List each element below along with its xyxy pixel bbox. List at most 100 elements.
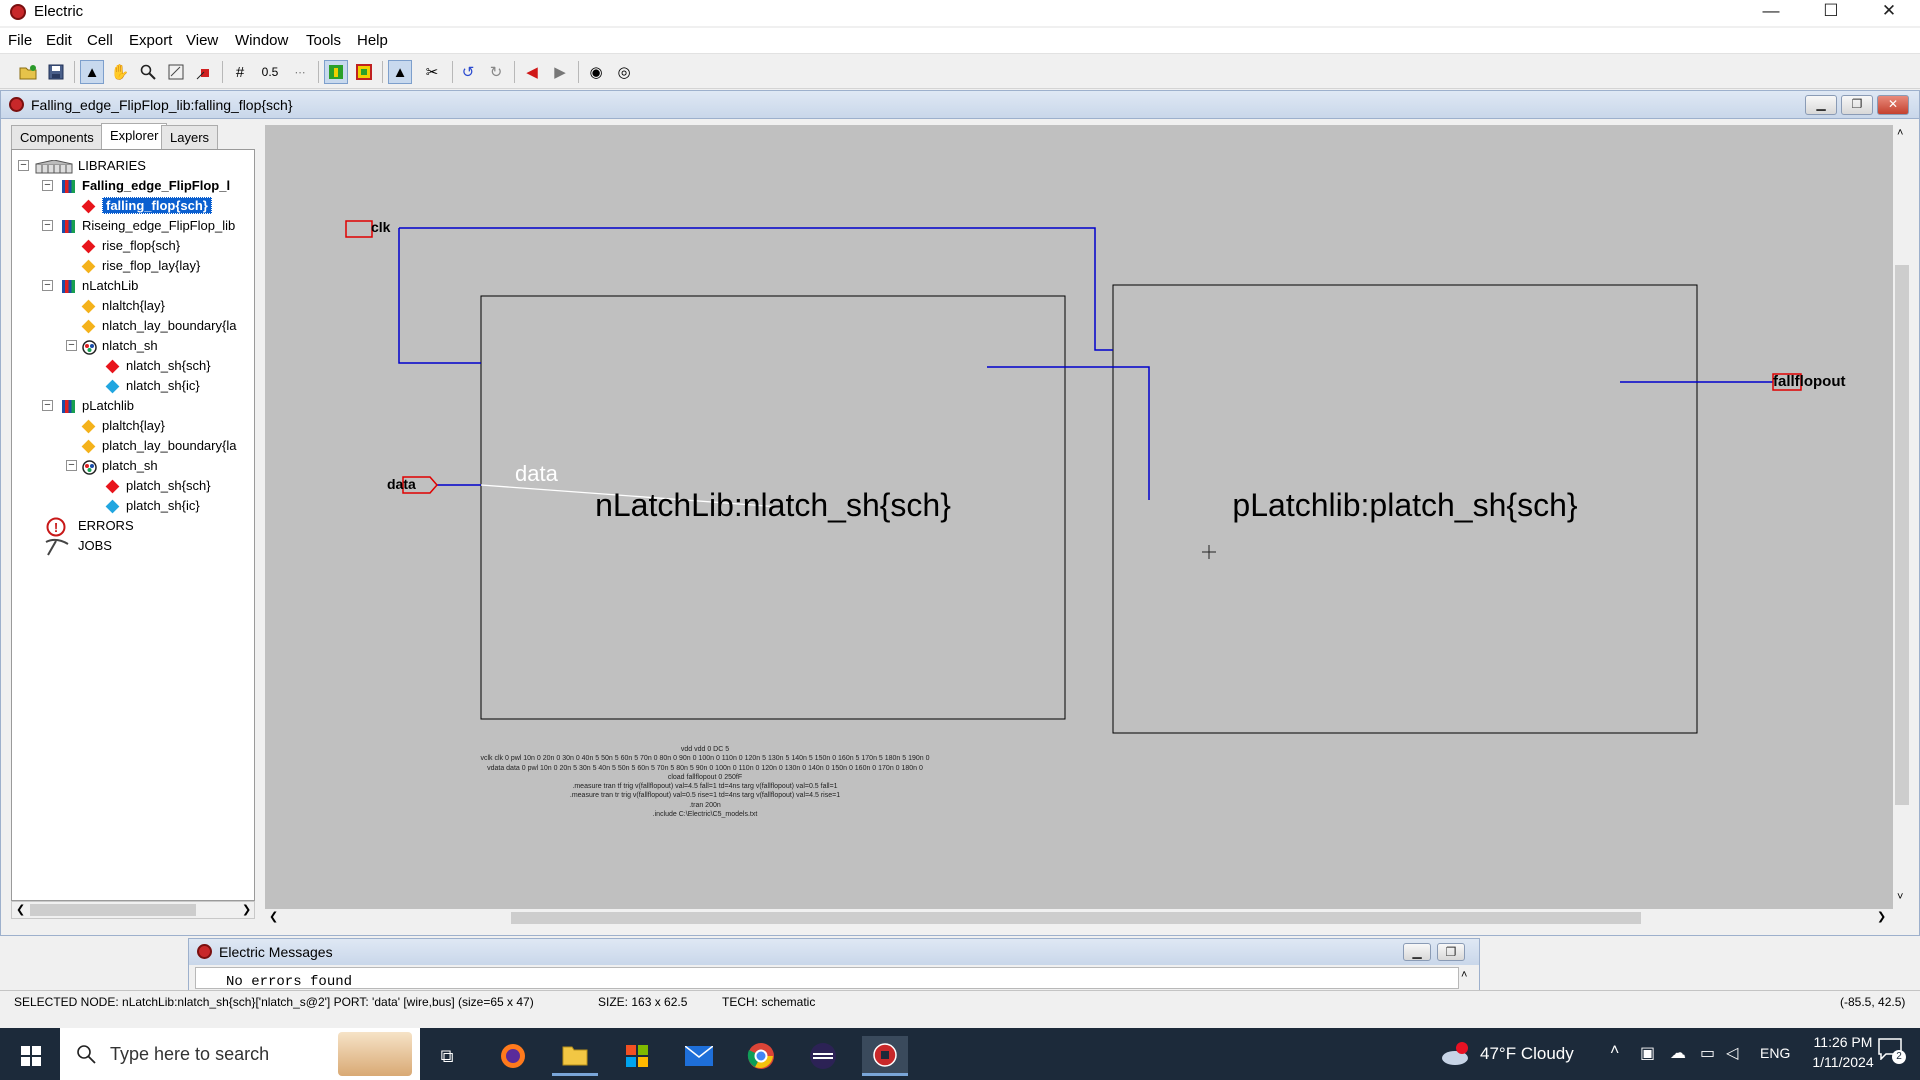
notification-icon[interactable]: 2 xyxy=(1878,1038,1908,1068)
open-library-icon[interactable] xyxy=(16,60,40,84)
scroll-thumb[interactable] xyxy=(511,912,1641,924)
file-explorer-icon[interactable] xyxy=(552,1036,598,1076)
collapse-icon[interactable]: − xyxy=(66,340,77,351)
tab-layers[interactable]: Layers xyxy=(161,125,219,149)
messages-text-area[interactable]: No errors found xyxy=(195,967,1459,989)
tab-components[interactable]: Components xyxy=(11,125,103,149)
back-arrow-icon[interactable]: ◀ xyxy=(520,60,544,84)
grid-size-value[interactable]: 0.5 xyxy=(258,60,282,84)
menu-edit[interactable]: Edit xyxy=(46,32,72,49)
collapse-icon[interactable]: − xyxy=(66,460,77,471)
menu-help[interactable]: Help xyxy=(357,32,388,49)
mail-icon[interactable] xyxy=(676,1036,722,1076)
collapse-icon[interactable]: − xyxy=(42,180,53,191)
frame-minimize-button[interactable]: ▁ xyxy=(1805,95,1837,115)
messages-scroll-up-icon[interactable]: ˄ xyxy=(1461,969,1467,981)
schematic-cell-icon xyxy=(81,239,96,254)
tray-cloud-icon[interactable]: ☁ xyxy=(1670,1043,1686,1063)
scroll-thumb[interactable] xyxy=(30,904,196,916)
special-select-icon[interactable]: ▲ xyxy=(388,60,412,84)
eclipse-icon[interactable] xyxy=(800,1036,846,1076)
clock-time[interactable]: 11:26 PM xyxy=(1806,1034,1880,1050)
frame-close-button[interactable]: ✕ xyxy=(1877,95,1909,115)
close-button[interactable]: ✕ xyxy=(1860,0,1918,24)
redo-icon[interactable]: ↻ xyxy=(484,60,508,84)
scroll-thumb[interactable] xyxy=(1895,265,1909,805)
pan-hand-icon[interactable]: ✋ xyxy=(108,60,132,84)
out-port-label: fallflopout xyxy=(1773,373,1846,390)
library-icon xyxy=(62,280,75,293)
spice-code-block[interactable]: vdd vdd 0 DC 5 vclk clk 0 pwl 10n 0 20n … xyxy=(425,745,985,819)
scroll-right-icon[interactable]: ❯ xyxy=(1877,910,1886,923)
weather-icon[interactable] xyxy=(1440,1042,1470,1065)
canvas-horizontal-scrollbar[interactable]: ❮ ❯ xyxy=(265,909,1911,927)
tray-battery-icon[interactable]: ▭ xyxy=(1700,1043,1715,1063)
weather-text[interactable]: 47°F Cloudy xyxy=(1480,1044,1574,1064)
tray-volume-icon[interactable]: ◁ xyxy=(1726,1043,1738,1063)
show-layers-icon[interactable]: ◉ xyxy=(584,60,608,84)
scroll-up-icon[interactable]: ˄ xyxy=(1897,127,1903,139)
hide-layers-icon[interactable]: ◎ xyxy=(612,60,636,84)
menu-cell[interactable]: Cell xyxy=(87,32,113,49)
taskbar-search-box[interactable]: Type here to search xyxy=(60,1028,420,1080)
messages-minimize-button[interactable]: ▁ xyxy=(1403,943,1431,961)
latch-interconnect-wire[interactable] xyxy=(987,366,1150,500)
tree-horizontal-scrollbar[interactable]: ❮ ❯ xyxy=(11,901,255,919)
search-highlight-cat-image xyxy=(338,1032,412,1076)
minimize-button[interactable]: — xyxy=(1742,0,1800,24)
canvas-vertical-scrollbar[interactable]: ˄ ˅ xyxy=(1893,125,1911,909)
menu-export[interactable]: Export xyxy=(129,32,172,49)
schematic-canvas[interactable]: clk data fallflopout data nLatchLib:nlat… xyxy=(265,125,1893,909)
maximize-button[interactable]: ☐ xyxy=(1802,0,1860,24)
language-indicator[interactable]: ENG xyxy=(1760,1045,1790,1061)
measure-icon[interactable] xyxy=(192,60,216,84)
grid-alignment-icon[interactable]: ⋯ xyxy=(288,60,312,84)
tree-label: nlatch_sh{ic} xyxy=(126,378,200,393)
windows-start-icon[interactable] xyxy=(8,1036,54,1076)
schematic-cell-icon xyxy=(105,479,120,494)
scroll-left-icon[interactable]: ❮ xyxy=(16,903,25,916)
chrome-icon[interactable] xyxy=(738,1036,784,1076)
collapse-icon[interactable]: − xyxy=(42,220,53,231)
scroll-right-icon[interactable]: ❯ xyxy=(242,903,251,916)
tree-label: rise_flop_lay{lay} xyxy=(102,258,201,273)
schematic-window-title: Falling_edge_FlipFlop_lib:falling_flop{s… xyxy=(31,97,293,113)
zoom-icon[interactable] xyxy=(136,60,160,84)
select-objects-icon[interactable] xyxy=(324,60,348,84)
forward-arrow-icon[interactable]: ▶ xyxy=(548,60,572,84)
menu-window[interactable]: Window xyxy=(235,32,288,49)
select-area-icon[interactable] xyxy=(352,60,376,84)
toggle-wires-icon[interactable]: ✂ xyxy=(420,60,444,84)
collapse-icon[interactable]: − xyxy=(42,400,53,411)
clk-port-marker[interactable] xyxy=(345,220,373,238)
frame-maximize-button[interactable]: ❐ xyxy=(1841,95,1873,115)
tab-explorer[interactable]: Explorer xyxy=(101,123,168,150)
scroll-down-icon[interactable]: ˅ xyxy=(1897,891,1903,903)
collapse-icon[interactable]: − xyxy=(18,160,29,171)
select-arrow-icon[interactable]: ▲ xyxy=(80,60,104,84)
electric-taskbar-icon[interactable] xyxy=(862,1036,908,1076)
messages-titlebar: Electric Messages ▁ ❐ xyxy=(189,939,1479,965)
clock-date[interactable]: 1/11/2024 xyxy=(1806,1054,1880,1070)
save-icon[interactable] xyxy=(44,60,68,84)
tray-chevron-icon[interactable]: ˄ xyxy=(1610,1042,1619,1060)
messages-maximize-button[interactable]: ❐ xyxy=(1437,943,1465,961)
menu-view[interactable]: View xyxy=(186,32,218,49)
clk-to-nlatch-wire[interactable] xyxy=(398,228,481,364)
grid-icon[interactable]: # xyxy=(228,60,252,84)
menu-file[interactable]: File xyxy=(8,32,32,49)
clk-wire[interactable] xyxy=(399,227,1113,351)
data-wire-label: data xyxy=(515,461,558,486)
task-view-icon[interactable]: ⧉ xyxy=(424,1036,470,1076)
collapse-icon[interactable]: − xyxy=(42,280,53,291)
menu-tools[interactable]: Tools xyxy=(306,32,341,49)
firefox-icon[interactable] xyxy=(490,1036,536,1076)
undo-icon[interactable]: ↺ xyxy=(456,60,480,84)
tree-label: nlatch_sh{sch} xyxy=(126,358,211,373)
scroll-left-icon[interactable]: ❮ xyxy=(269,910,278,923)
layout-cell-icon xyxy=(81,299,96,314)
outline-edit-icon[interactable] xyxy=(164,60,188,84)
microsoft-store-icon[interactable] xyxy=(614,1036,660,1076)
tray-network-icon[interactable]: ▣ xyxy=(1640,1043,1655,1063)
schematic-cell-icon xyxy=(105,359,120,374)
